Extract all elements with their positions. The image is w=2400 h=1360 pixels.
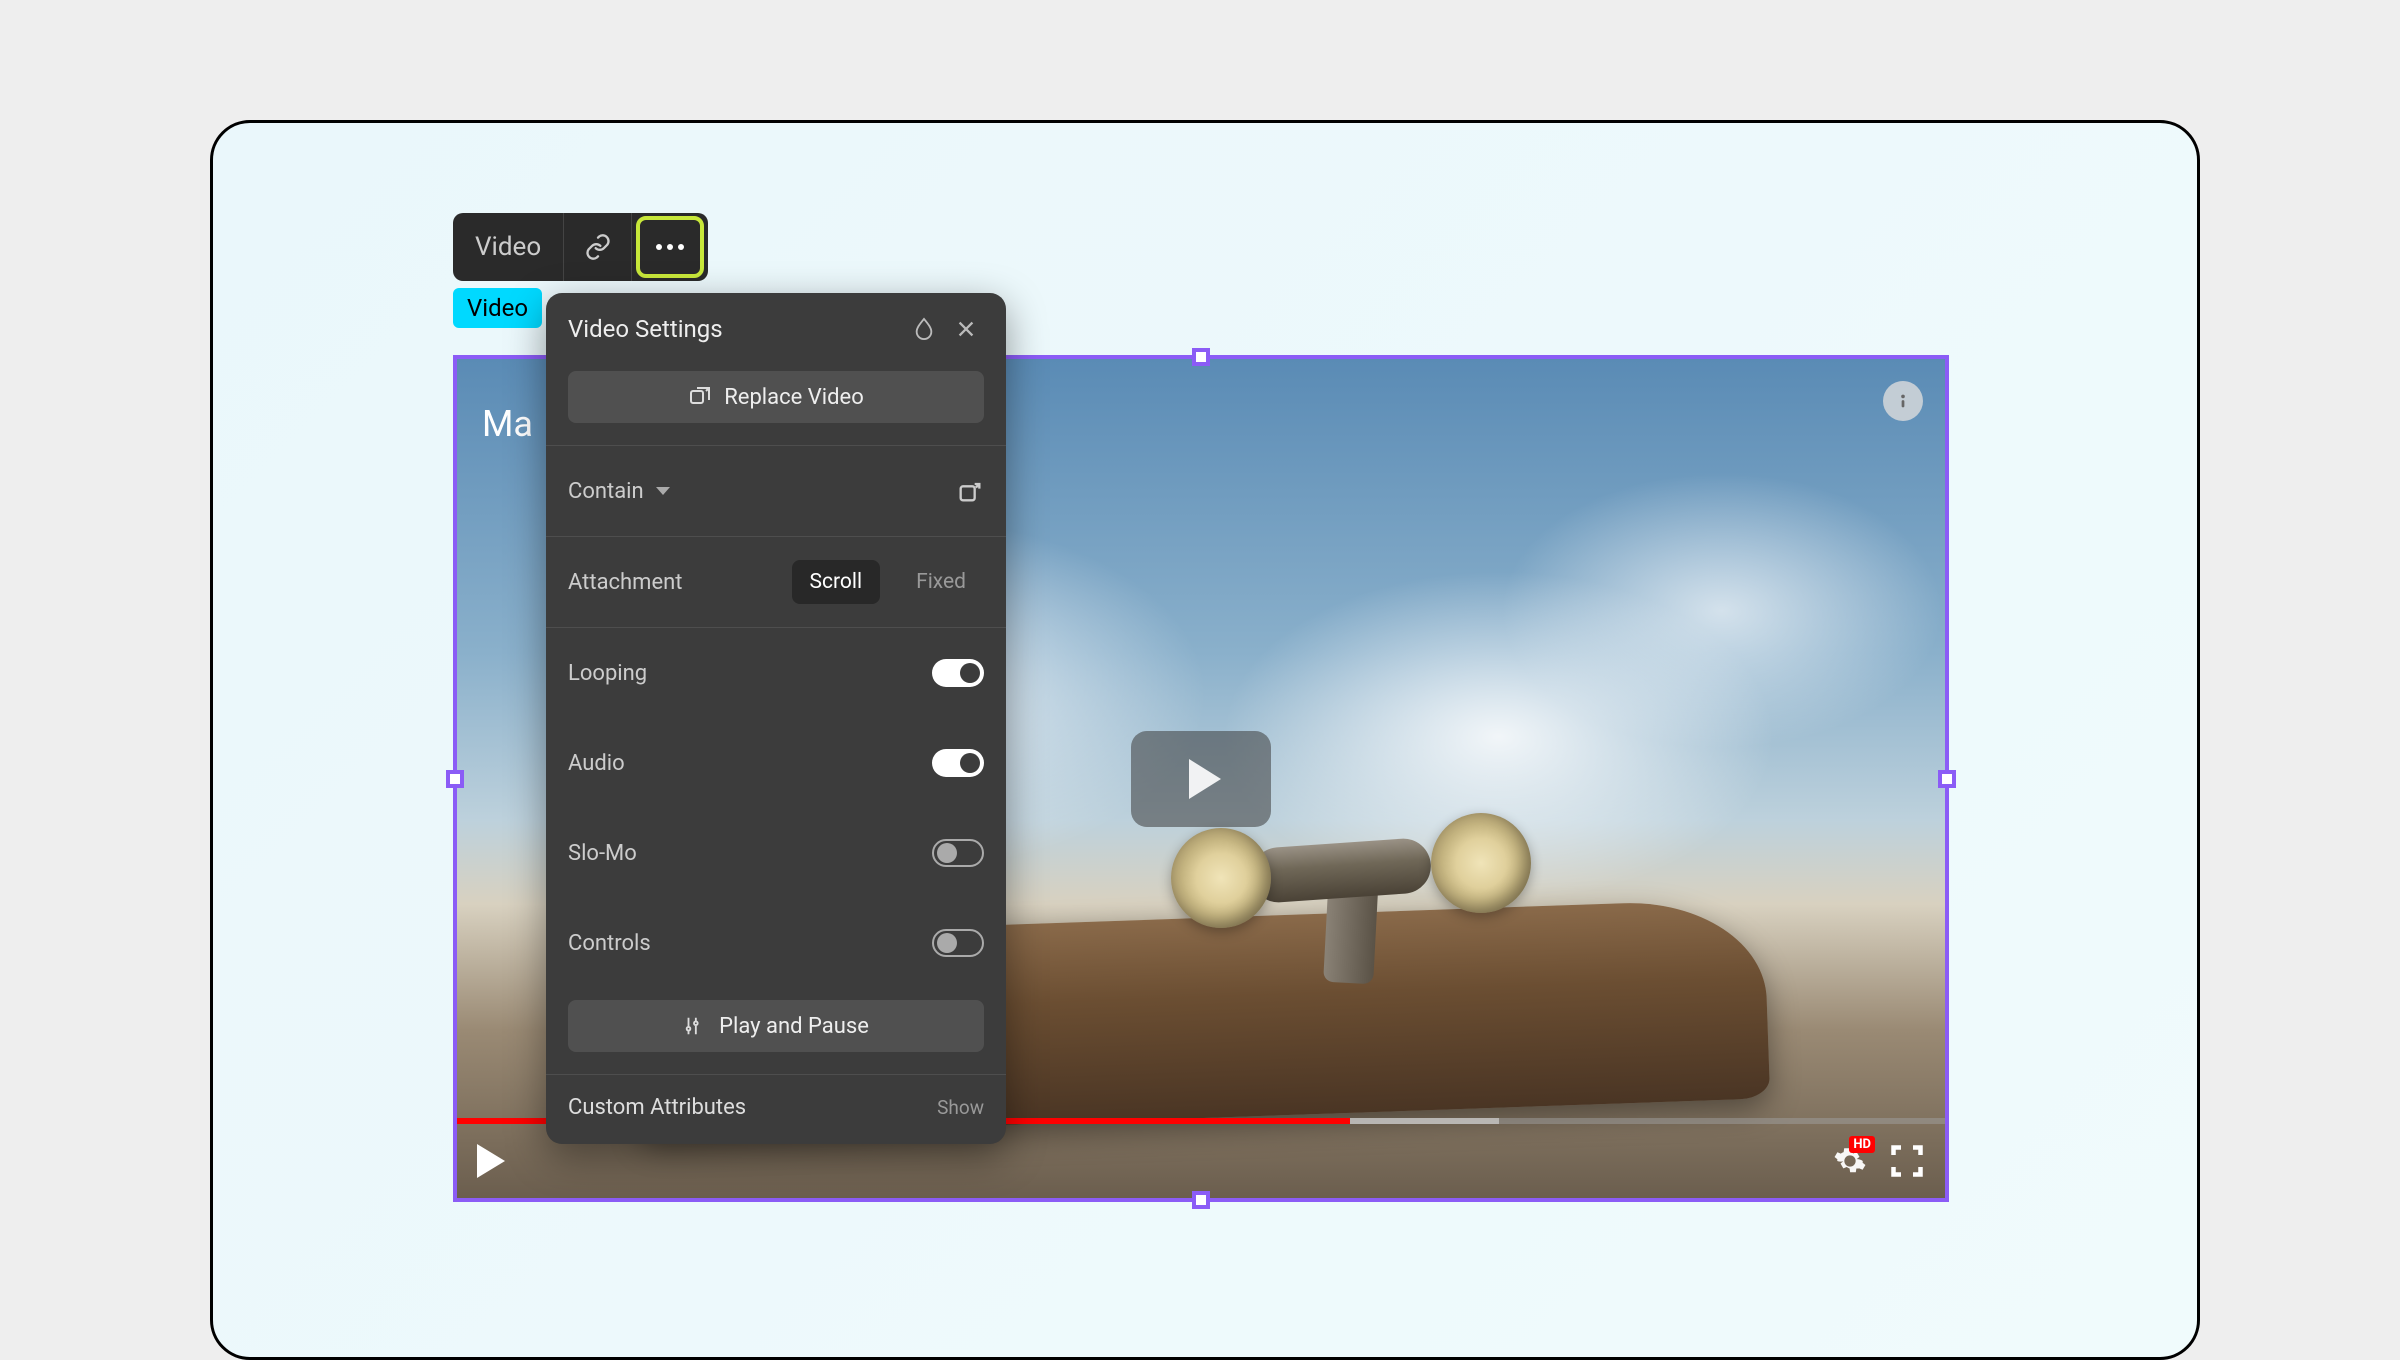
app-frame: Video Video — [210, 120, 2200, 1360]
info-button[interactable] — [1883, 381, 1923, 421]
controls-label: Controls — [568, 931, 932, 956]
controls-row: Controls — [546, 898, 1006, 988]
looping-toggle[interactable] — [932, 659, 984, 687]
play-button[interactable] — [477, 1144, 505, 1178]
reset-button[interactable] — [906, 311, 942, 347]
play-icon — [1189, 759, 1221, 799]
element-tag[interactable]: Video — [453, 288, 542, 328]
play-pause-label: Play and Pause — [719, 1014, 869, 1039]
resize-handle-left[interactable] — [446, 770, 464, 788]
droplet-icon — [913, 316, 935, 342]
video-settings-panel: Video Settings Replace Video — [546, 293, 1006, 1144]
fullscreen-button[interactable] — [1889, 1143, 1925, 1179]
slomo-label: Slo-Mo — [568, 841, 932, 866]
audio-label: Audio — [568, 751, 932, 776]
slomo-toggle[interactable] — [932, 839, 984, 867]
audio-row: Audio — [546, 718, 1006, 808]
custom-attributes-label: Custom Attributes — [568, 1095, 937, 1120]
hd-badge: HD — [1849, 1136, 1875, 1153]
custom-attributes-row: Custom Attributes Show — [546, 1075, 1006, 1144]
looping-row: Looping — [546, 628, 1006, 718]
replace-video-button[interactable]: Replace Video — [568, 371, 984, 423]
slomo-row: Slo-Mo — [546, 808, 1006, 898]
attachment-row: Attachment Scroll Fixed — [546, 537, 1006, 627]
close-icon — [955, 318, 977, 340]
link-button[interactable] — [564, 213, 632, 281]
chevron-down-icon — [656, 487, 670, 495]
replace-video-label: Replace Video — [724, 385, 864, 410]
controls-toggle[interactable] — [932, 929, 984, 957]
attachment-option-scroll[interactable]: Scroll — [792, 560, 881, 604]
panel-title: Video Settings — [568, 315, 900, 343]
looping-label: Looping — [568, 661, 932, 686]
resize-handle-top[interactable] — [1192, 348, 1210, 366]
info-icon — [1892, 390, 1914, 412]
sliders-icon — [683, 1015, 705, 1037]
replace-icon — [688, 385, 712, 409]
element-toolbar: Video — [453, 213, 708, 281]
panel-header: Video Settings — [546, 293, 1006, 365]
attachment-label: Attachment — [568, 570, 792, 595]
settings-quality-button[interactable]: HD — [1833, 1144, 1867, 1178]
play-and-pause-button[interactable]: Play and Pause — [568, 1000, 984, 1052]
attachment-option-fixed[interactable]: Fixed — [898, 560, 984, 604]
toolbar-element-label: Video — [453, 213, 564, 281]
link-icon — [584, 233, 612, 261]
video-title-text: Ma — [482, 403, 533, 445]
contain-dropdown[interactable]: Contain — [568, 479, 956, 504]
resize-handle-right[interactable] — [1938, 770, 1956, 788]
contain-label: Contain — [568, 479, 644, 504]
custom-attributes-show-button[interactable]: Show — [937, 1096, 984, 1119]
audio-toggle[interactable] — [932, 749, 984, 777]
rotate-button[interactable] — [956, 477, 984, 505]
play-overlay-button[interactable] — [1131, 731, 1271, 827]
ellipsis-icon — [655, 243, 685, 251]
more-options-button[interactable] — [636, 216, 704, 278]
contain-row: Contain — [546, 446, 1006, 536]
close-panel-button[interactable] — [948, 311, 984, 347]
